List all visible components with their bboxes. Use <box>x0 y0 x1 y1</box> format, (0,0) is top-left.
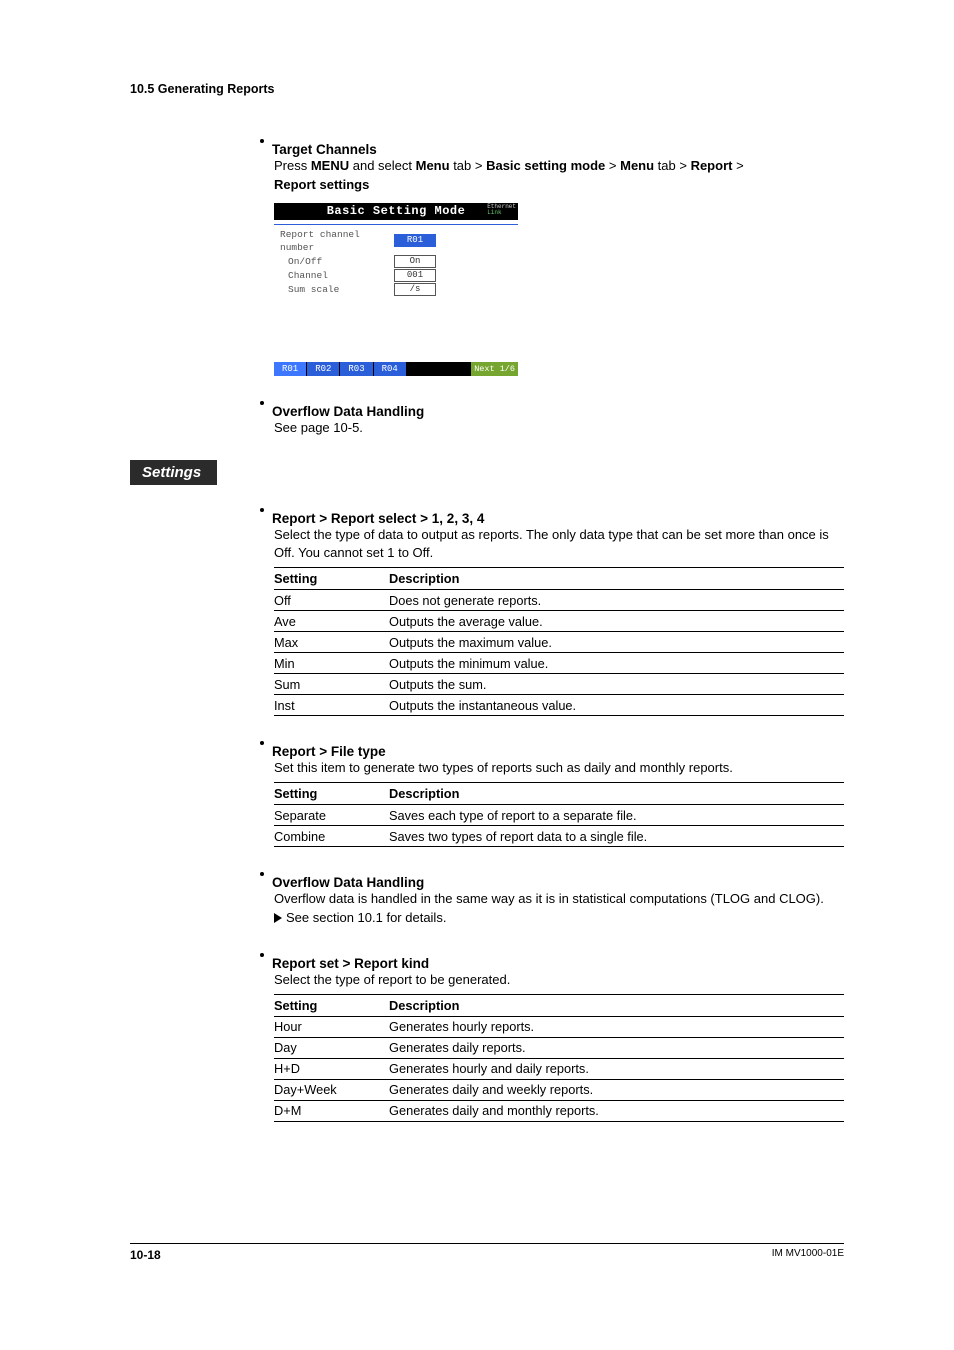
scr-value[interactable]: On <box>394 255 436 268</box>
report-kind-title: Report set > Report kind <box>272 956 429 971</box>
scr-value[interactable]: /s <box>394 283 436 296</box>
table-row: MaxOutputs the maximum value. <box>274 632 844 653</box>
table-row: D+MGenerates daily and monthly reports. <box>274 1100 844 1121</box>
overflow-2-title: Overflow Data Handling <box>272 875 424 890</box>
scr-row: On/Off On <box>288 255 512 268</box>
report-select-body: Select the type of data to output as rep… <box>274 526 844 564</box>
page-number: 10-18 <box>130 1248 161 1262</box>
table-row: HourGenerates hourly reports. <box>274 1016 844 1037</box>
scr-tab[interactable]: R04 <box>374 362 407 376</box>
table-row: InstOutputs the instantaneous value. <box>274 695 844 716</box>
page-footer: 10-18 IM MV1000-01E <box>130 1243 844 1262</box>
scr-tab[interactable]: R02 <box>307 362 340 376</box>
th-setting: Setting <box>274 568 389 590</box>
scr-tab[interactable]: R01 <box>274 362 307 376</box>
device-screenshot: Basic Setting Mode Ethernet Link Report … <box>274 203 844 376</box>
report-kind-head: Report set > Report kind <box>260 946 844 971</box>
section-header: 10.5 Generating Reports <box>130 82 844 96</box>
bullet-icon <box>260 508 264 512</box>
th-description: Description <box>389 568 844 590</box>
overflow-1-title: Overflow Data Handling <box>272 404 424 419</box>
bullet-icon <box>260 953 264 957</box>
scr-next[interactable]: Next 1/6 <box>471 362 518 376</box>
scr-tab[interactable]: R03 <box>340 362 373 376</box>
file-type-table: SettingDescription SeparateSaves each ty… <box>274 782 844 847</box>
file-type-title: Report > File type <box>272 744 386 759</box>
table-row: SumOutputs the sum. <box>274 674 844 695</box>
report-select-head: Report > Report select > 1, 2, 3, 4 <box>260 501 844 526</box>
table-row: OffDoes not generate reports. <box>274 590 844 611</box>
bullet-icon <box>260 741 264 745</box>
scr-row: Sum scale /s <box>288 283 512 296</box>
scr-tabs: R01 R02 R03 R04 Next 1/6 <box>274 362 518 376</box>
table-row: H+DGenerates hourly and daily reports. <box>274 1058 844 1079</box>
report-kind-body: Select the type of report to be generate… <box>274 971 844 990</box>
file-type-body: Set this item to generate two types of r… <box>274 759 844 778</box>
table-row: DayGenerates daily reports. <box>274 1037 844 1058</box>
overflow-1-body: See page 10-5. <box>274 419 844 438</box>
th-description: Description <box>389 783 844 805</box>
doc-id: IM MV1000-01E <box>772 1248 844 1262</box>
triangle-icon <box>274 913 282 923</box>
overflow-2-head: Overflow Data Handling <box>260 865 844 890</box>
scr-row: Channel 001 <box>288 269 512 282</box>
page: 10.5 Generating Reports Target Channels … <box>0 0 954 1290</box>
bullet-icon <box>260 872 264 876</box>
th-setting: Setting <box>274 783 389 805</box>
settings-tab: Settings <box>130 460 217 485</box>
content-area: Target Channels Press MENU and select Me… <box>260 132 844 438</box>
table-row: CombineSaves two types of report data to… <box>274 826 844 847</box>
overflow-2-ref: See section 10.1 for details. <box>274 909 844 928</box>
bullet-icon <box>260 139 264 143</box>
menu-path: Press MENU and select Menu tab > Basic s… <box>274 157 844 195</box>
report-select-title: Report > Report select > 1, 2, 3, 4 <box>272 511 484 526</box>
scr-title: Basic Setting Mode <box>327 204 466 218</box>
scr-value[interactable]: 001 <box>394 269 436 282</box>
report-select-table: SettingDescription OffDoes not generate … <box>274 567 844 716</box>
table-row: MinOutputs the minimum value. <box>274 653 844 674</box>
th-description: Description <box>389 994 844 1016</box>
settings-content: Report > Report select > 1, 2, 3, 4 Sele… <box>260 501 844 1122</box>
report-kind-table: SettingDescription HourGenerates hourly … <box>274 994 844 1122</box>
target-channels-title: Target Channels <box>272 142 377 157</box>
bullet-icon <box>260 401 264 405</box>
ethernet-indicator: Ethernet Link <box>487 204 516 216</box>
table-row: AveOutputs the average value. <box>274 611 844 632</box>
th-setting: Setting <box>274 994 389 1016</box>
scr-row: Report channel number R01 <box>280 228 512 254</box>
table-row: SeparateSaves each type of report to a s… <box>274 805 844 826</box>
file-type-head: Report > File type <box>260 734 844 759</box>
target-channels-head: Target Channels <box>260 132 844 157</box>
scr-value-selected[interactable]: R01 <box>394 234 436 247</box>
overflow-2-body: Overflow data is handled in the same way… <box>274 890 844 909</box>
overflow-1-head: Overflow Data Handling <box>260 394 844 419</box>
table-row: Day+WeekGenerates daily and weekly repor… <box>274 1079 844 1100</box>
